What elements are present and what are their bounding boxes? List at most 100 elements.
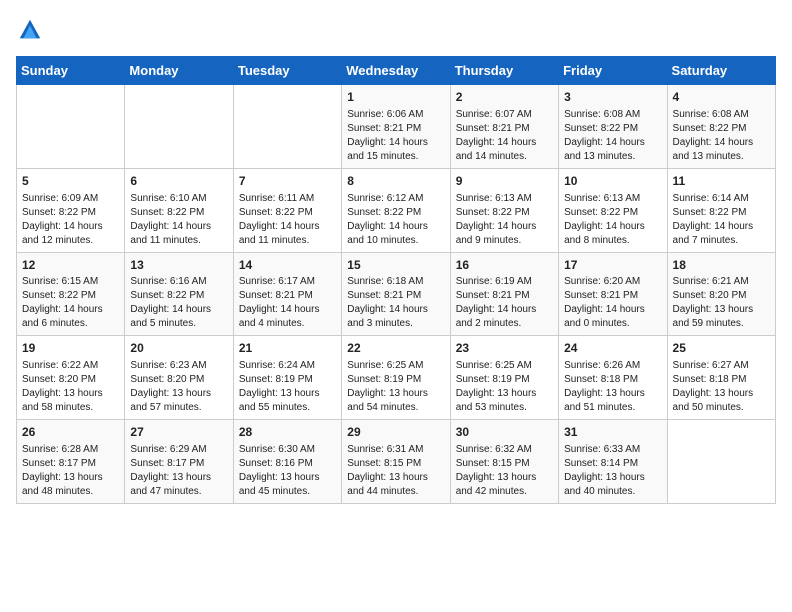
calendar-cell: 10Sunrise: 6:13 AM Sunset: 8:22 PM Dayli… bbox=[559, 168, 667, 252]
calendar-cell: 8 Sunrise: 6:12 AM Sunset: 8:22 PM Daylig… bbox=[342, 168, 450, 252]
calendar-cell: 12Sunrise: 6:15 AM Sunset: 8:22 PM Dayli… bbox=[17, 252, 125, 336]
day-info: Sunrise: 6:23 AM Sunset: 8:20 PM Dayligh… bbox=[130, 359, 227, 415]
day-info: Sunrise: 6:22 AM Sunset: 8:20 PM Dayligh… bbox=[22, 359, 119, 415]
calendar-cell bbox=[233, 85, 341, 169]
day-number: 26 bbox=[22, 424, 119, 441]
calendar-cell: 21 Sunrise: 6:24 AM Sunset: 8:19 PM Dayli… bbox=[233, 336, 341, 420]
calendar-cell: 26 Sunrise: 6:28 AM Sunset: 8:17 PM Dayli… bbox=[17, 420, 125, 504]
calendar-cell: 7 Sunrise: 6:11 AM Sunset: 8:22 PM Daylig… bbox=[233, 168, 341, 252]
day-number: 12 bbox=[22, 257, 119, 274]
day-info: Sunrise: 6:32 AM Sunset: 8:15 PM Dayligh… bbox=[456, 443, 553, 499]
day-info: Sunrise: 6:33 AM Sunset: 8:14 PM Dayligh… bbox=[564, 443, 661, 499]
calendar-cell: 31 Sunrise: 6:33 AM Sunset: 8:14 PM Dayli… bbox=[559, 420, 667, 504]
day-info: Sunrise: 6:14 AM Sunset: 8:22 PM Dayligh… bbox=[673, 192, 770, 248]
weekday-header-sunday: Sunday bbox=[17, 57, 125, 85]
calendar-cell: 28 Sunrise: 6:30 AM Sunset: 8:16 PM Dayli… bbox=[233, 420, 341, 504]
day-info: Sunrise: 6:17 AM Sunset: 8:21 PM Dayligh… bbox=[239, 275, 336, 331]
day-info: Sunrise: 6:27 AM Sunset: 8:18 PM Dayligh… bbox=[673, 359, 770, 415]
day-number: 17 bbox=[564, 257, 661, 274]
logo-icon bbox=[16, 16, 44, 44]
day-number: 19 bbox=[22, 340, 119, 357]
day-info: Sunrise: 6:07 AM Sunset: 8:21 PM Dayligh… bbox=[456, 108, 553, 164]
day-number: 11 bbox=[673, 173, 770, 190]
day-info: Sunrise: 6:09 AM Sunset: 8:22 PM Dayligh… bbox=[22, 192, 119, 248]
page-header bbox=[16, 16, 776, 44]
day-info: Sunrise: 6:30 AM Sunset: 8:16 PM Dayligh… bbox=[239, 443, 336, 499]
calendar-cell: 24Sunrise: 6:26 AM Sunset: 8:18 PM Dayli… bbox=[559, 336, 667, 420]
day-number: 29 bbox=[347, 424, 444, 441]
day-number: 18 bbox=[673, 257, 770, 274]
calendar-cell: 27 Sunrise: 6:29 AM Sunset: 8:17 PM Dayli… bbox=[125, 420, 233, 504]
day-number: 14 bbox=[239, 257, 336, 274]
day-number: 23 bbox=[456, 340, 553, 357]
day-number: 4 bbox=[673, 89, 770, 106]
day-number: 7 bbox=[239, 173, 336, 190]
weekday-header-friday: Friday bbox=[559, 57, 667, 85]
calendar-cell: 15Sunrise: 6:18 AM Sunset: 8:21 PM Dayli… bbox=[342, 252, 450, 336]
calendar-cell bbox=[17, 85, 125, 169]
day-number: 3 bbox=[564, 89, 661, 106]
day-number: 1 bbox=[347, 89, 444, 106]
day-info: Sunrise: 6:12 AM Sunset: 8:22 PM Dayligh… bbox=[347, 192, 444, 248]
week-row-0: 1 Sunrise: 6:06 AM Sunset: 8:21 PM Daylig… bbox=[17, 85, 776, 169]
day-info: Sunrise: 6:15 AM Sunset: 8:22 PM Dayligh… bbox=[22, 275, 119, 331]
day-info: Sunrise: 6:24 AM Sunset: 8:19 PM Dayligh… bbox=[239, 359, 336, 415]
day-info: Sunrise: 6:06 AM Sunset: 8:21 PM Dayligh… bbox=[347, 108, 444, 164]
calendar-cell: 3 Sunrise: 6:08 AM Sunset: 8:22 PM Daylig… bbox=[559, 85, 667, 169]
day-info: Sunrise: 6:18 AM Sunset: 8:21 PM Dayligh… bbox=[347, 275, 444, 331]
day-info: Sunrise: 6:19 AM Sunset: 8:21 PM Dayligh… bbox=[456, 275, 553, 331]
weekday-header-wednesday: Wednesday bbox=[342, 57, 450, 85]
calendar-cell: 19 Sunrise: 6:22 AM Sunset: 8:20 PM Dayli… bbox=[17, 336, 125, 420]
day-info: Sunrise: 6:08 AM Sunset: 8:22 PM Dayligh… bbox=[564, 108, 661, 164]
weekday-header-saturday: Saturday bbox=[667, 57, 775, 85]
calendar-cell: 16Sunrise: 6:19 AM Sunset: 8:21 PM Dayli… bbox=[450, 252, 558, 336]
day-number: 2 bbox=[456, 89, 553, 106]
day-info: Sunrise: 6:13 AM Sunset: 8:22 PM Dayligh… bbox=[564, 192, 661, 248]
day-number: 27 bbox=[130, 424, 227, 441]
calendar-cell: 22 Sunrise: 6:25 AM Sunset: 8:19 PM Dayli… bbox=[342, 336, 450, 420]
calendar-cell: 2 Sunrise: 6:07 AM Sunset: 8:21 PM Daylig… bbox=[450, 85, 558, 169]
logo bbox=[16, 16, 46, 44]
day-number: 6 bbox=[130, 173, 227, 190]
week-row-3: 19 Sunrise: 6:22 AM Sunset: 8:20 PM Dayli… bbox=[17, 336, 776, 420]
calendar-cell: 11 Sunrise: 6:14 AM Sunset: 8:22 PM Dayli… bbox=[667, 168, 775, 252]
day-info: Sunrise: 6:21 AM Sunset: 8:20 PM Dayligh… bbox=[673, 275, 770, 331]
calendar-cell bbox=[667, 420, 775, 504]
day-number: 21 bbox=[239, 340, 336, 357]
day-number: 28 bbox=[239, 424, 336, 441]
day-info: Sunrise: 6:11 AM Sunset: 8:22 PM Dayligh… bbox=[239, 192, 336, 248]
calendar-cell: 25Sunrise: 6:27 AM Sunset: 8:18 PM Dayli… bbox=[667, 336, 775, 420]
day-info: Sunrise: 6:25 AM Sunset: 8:19 PM Dayligh… bbox=[456, 359, 553, 415]
calendar-cell: 13Sunrise: 6:16 AM Sunset: 8:22 PM Dayli… bbox=[125, 252, 233, 336]
day-info: Sunrise: 6:13 AM Sunset: 8:22 PM Dayligh… bbox=[456, 192, 553, 248]
calendar-cell: 4Sunrise: 6:08 AM Sunset: 8:22 PM Daylig… bbox=[667, 85, 775, 169]
week-row-2: 12Sunrise: 6:15 AM Sunset: 8:22 PM Dayli… bbox=[17, 252, 776, 336]
calendar-cell: 17Sunrise: 6:20 AM Sunset: 8:21 PM Dayli… bbox=[559, 252, 667, 336]
day-number: 8 bbox=[347, 173, 444, 190]
calendar-cell: 30 Sunrise: 6:32 AM Sunset: 8:15 PM Dayli… bbox=[450, 420, 558, 504]
weekday-header-monday: Monday bbox=[125, 57, 233, 85]
calendar-cell: 1 Sunrise: 6:06 AM Sunset: 8:21 PM Daylig… bbox=[342, 85, 450, 169]
weekday-header-thursday: Thursday bbox=[450, 57, 558, 85]
calendar-cell: 9Sunrise: 6:13 AM Sunset: 8:22 PM Daylig… bbox=[450, 168, 558, 252]
week-row-4: 26 Sunrise: 6:28 AM Sunset: 8:17 PM Dayli… bbox=[17, 420, 776, 504]
calendar-cell: 23 Sunrise: 6:25 AM Sunset: 8:19 PM Dayli… bbox=[450, 336, 558, 420]
day-info: Sunrise: 6:10 AM Sunset: 8:22 PM Dayligh… bbox=[130, 192, 227, 248]
calendar-cell: 5 Sunrise: 6:09 AM Sunset: 8:22 PM Daylig… bbox=[17, 168, 125, 252]
day-info: Sunrise: 6:25 AM Sunset: 8:19 PM Dayligh… bbox=[347, 359, 444, 415]
weekday-header-row: SundayMondayTuesdayWednesdayThursdayFrid… bbox=[17, 57, 776, 85]
day-number: 15 bbox=[347, 257, 444, 274]
day-info: Sunrise: 6:31 AM Sunset: 8:15 PM Dayligh… bbox=[347, 443, 444, 499]
calendar-cell bbox=[125, 85, 233, 169]
day-number: 13 bbox=[130, 257, 227, 274]
day-number: 30 bbox=[456, 424, 553, 441]
day-number: 22 bbox=[347, 340, 444, 357]
day-number: 31 bbox=[564, 424, 661, 441]
day-info: Sunrise: 6:29 AM Sunset: 8:17 PM Dayligh… bbox=[130, 443, 227, 499]
day-number: 5 bbox=[22, 173, 119, 190]
weekday-header-tuesday: Tuesday bbox=[233, 57, 341, 85]
day-info: Sunrise: 6:28 AM Sunset: 8:17 PM Dayligh… bbox=[22, 443, 119, 499]
calendar-table: SundayMondayTuesdayWednesdayThursdayFrid… bbox=[16, 56, 776, 504]
week-row-1: 5 Sunrise: 6:09 AM Sunset: 8:22 PM Daylig… bbox=[17, 168, 776, 252]
day-number: 16 bbox=[456, 257, 553, 274]
